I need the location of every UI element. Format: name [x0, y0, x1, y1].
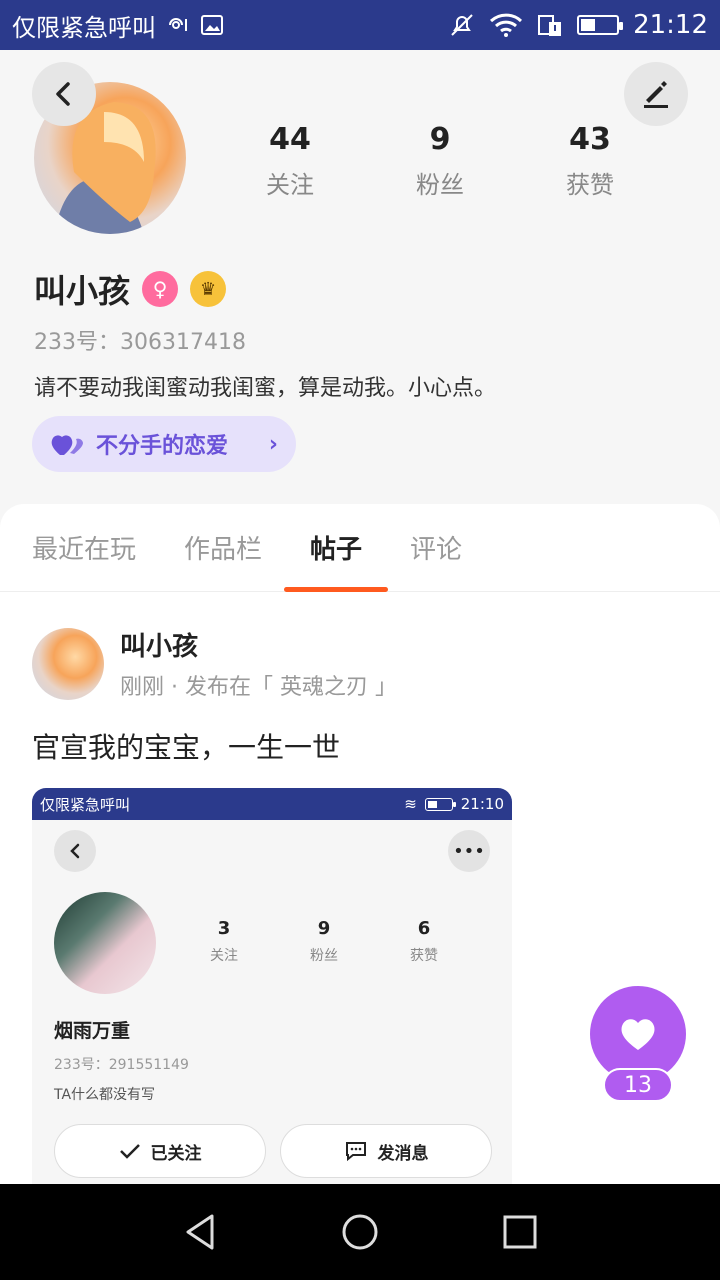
status-bar: 仅限紧急呼叫 21:12	[0, 0, 720, 50]
nav-back-icon	[186, 1214, 214, 1250]
edit-icon	[644, 81, 668, 108]
post-image[interactable]: 仅限紧急呼叫 ≋ 21:10 ••• 3 关注 9 粉丝 6 获赞 烟雨万重 233号…	[32, 788, 512, 1188]
image-icon	[201, 15, 223, 35]
embedded-wifi-icon: ≋	[404, 795, 417, 813]
heart-icon	[51, 435, 83, 455]
tab-posts[interactable]: 帖子	[284, 504, 389, 592]
back-icon	[56, 82, 70, 106]
stat-likes[interactable]: 43 获赞	[520, 122, 660, 200]
embedded-uid: 233号：291551149	[54, 1057, 189, 1073]
tab-comments[interactable]: 评论	[410, 504, 462, 592]
embedded-bio: TA什么都没有写	[54, 1087, 156, 1103]
female-icon: ♀	[142, 271, 179, 307]
embedded-status-bar: 仅限紧急呼叫 ≋ 21:10	[32, 788, 512, 820]
battery-icon	[577, 15, 624, 35]
embedded-message-button: 发消息	[280, 1124, 492, 1178]
profile-name-row: 叫小孩 ♀ ♛	[34, 266, 227, 312]
profile-bio: 请不要动我闺蜜动我闺蜜，算是动我。小心点。	[34, 376, 497, 401]
embedded-avatar	[54, 892, 156, 994]
system-nav-bar	[0, 1184, 720, 1280]
embedded-carrier: 仅限紧急呼叫	[40, 795, 131, 814]
post-author[interactable]: 叫小孩	[120, 626, 397, 663]
tab-recent-played[interactable]: 最近在玩	[32, 504, 136, 592]
post-header: 叫小孩 刚刚 · 发布在「 英魂之刃 」	[32, 626, 397, 701]
profile-tabs: 最近在玩 作品栏 帖子 评论	[0, 504, 720, 592]
profile-name: 叫小孩	[34, 272, 131, 310]
nav-home-button[interactable]	[320, 1192, 400, 1272]
stat-following[interactable]: 44 关注	[220, 122, 360, 200]
post-author-avatar[interactable]	[32, 627, 104, 700]
chevron-right-icon: ›	[268, 431, 278, 457]
nav-recents-button[interactable]	[480, 1192, 560, 1272]
stat-followers[interactable]: 9 粉丝	[370, 122, 510, 200]
profile-stats: 44 关注 9 粉丝 43 获赞	[220, 122, 660, 200]
post-meta: 刚刚 · 发布在「 英魂之刃 」	[120, 675, 397, 700]
sim-icon	[538, 15, 562, 36]
crown-icon: ♛	[190, 271, 227, 307]
mute-icon	[451, 14, 473, 36]
nav-back-button[interactable]	[160, 1192, 240, 1272]
heart-icon	[621, 1019, 655, 1050]
carrier-text: 仅限紧急呼叫	[12, 13, 156, 42]
tab-works[interactable]: 作品栏	[184, 504, 262, 592]
nav-recents-icon	[503, 1215, 537, 1249]
embedded-battery-icon	[424, 797, 456, 811]
hotspot-icon	[169, 18, 187, 31]
back-button[interactable]	[32, 62, 96, 126]
check-icon	[119, 1144, 140, 1159]
message-icon	[345, 1142, 366, 1162]
edit-button[interactable]	[624, 62, 688, 126]
like-count: 13	[603, 1068, 673, 1102]
wifi-icon	[490, 13, 523, 37]
more-icon: •••	[448, 830, 490, 872]
embedded-followed-button: 已关注	[54, 1124, 266, 1178]
embedded-name: 烟雨万重	[54, 1020, 131, 1042]
profile-uid: 233号：306317418	[34, 330, 246, 355]
embedded-back-icon	[54, 830, 96, 872]
clock: 21:12	[633, 10, 708, 40]
nav-home-icon	[342, 1214, 378, 1250]
embedded-clock: 21:10	[460, 795, 504, 813]
post-title[interactable]: 官宣我的宝宝，一生一世	[32, 726, 340, 766]
relationship-label: 不分手的恋爱	[96, 434, 229, 459]
relationship-button[interactable]: 不分手的恋爱 ›	[32, 416, 296, 472]
embedded-stats: 3 关注 9 粉丝 6 获赞	[210, 918, 438, 964]
